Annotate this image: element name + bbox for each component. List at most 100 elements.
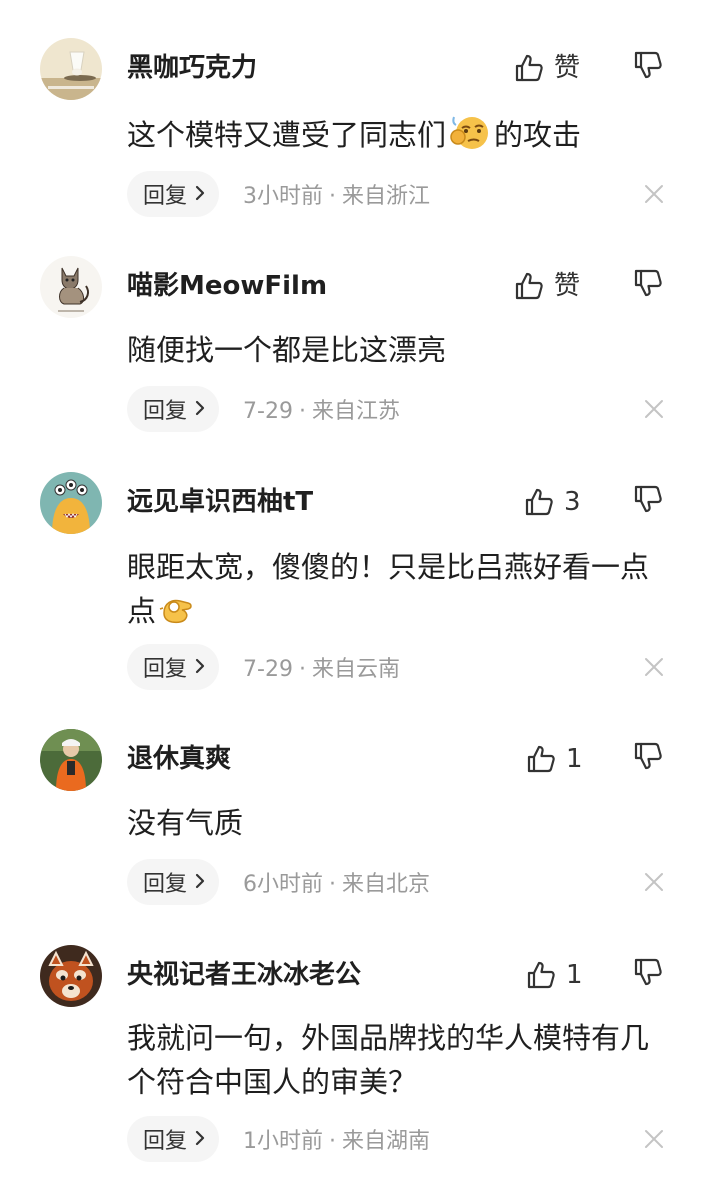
location: 来自云南 [311,657,400,682]
close-button[interactable] [643,398,665,420]
thumbs-up-icon [527,961,555,989]
meta-info: 7-29 · 来自江苏 [243,393,400,425]
username[interactable]: 远见卓识西柚tT [127,484,313,520]
close-icon [645,185,663,203]
comment-meta: 回复 7-29 · 来自云南 [127,644,400,690]
thumbs-down-icon [634,485,662,513]
cat-sketch-avatar [40,256,102,318]
comment-list: 黑咖巧克力 赞 这个模特又遭受了同志们 的攻击 回复 3小时前 · 来自浙江 喵… [0,0,707,1200]
meta-info: 7-29 · 来自云南 [243,651,400,683]
like-count: 1 [566,960,583,990]
like-button[interactable]: 1 [526,957,583,993]
thumbs-up-icon [525,488,553,516]
chevron-right-icon [195,182,205,207]
reply-button[interactable]: 回复 [127,859,220,905]
close-icon [645,658,663,676]
username[interactable]: 央视记者王冰冰老公 [127,957,361,993]
meta-separator: · [329,1129,337,1154]
like-button[interactable]: 赞 [514,268,580,304]
comment-text-part: 眼距太宽，傻傻的！只是比吕燕好看一点点 [127,550,650,628]
reply-button[interactable]: 回复 [127,644,220,690]
reply-label: 回复 [143,399,188,424]
comment-text: 我就问一句，外国品牌找的华人模特有几个符合中国人的审美？ [127,1021,650,1099]
close-icon [645,1130,663,1148]
reply-button[interactable]: 回复 [127,171,220,217]
chevron-right-icon [195,1127,205,1152]
reply-button[interactable]: 回复 [127,386,220,432]
ok-hand-emoji-icon [158,593,196,639]
meta-separator: · [329,184,337,209]
close-button[interactable] [643,656,665,678]
avatar[interactable] [40,256,102,318]
avatar[interactable] [40,38,102,100]
badminton-shuttlecock-avatar [40,38,102,100]
meta-info: 1小时前 · 来自湖南 [243,1123,430,1155]
comment-text: 没有气质 [127,806,244,840]
reply-label: 回复 [143,872,188,897]
like-label: 赞 [554,271,581,301]
thumbs-up-icon [527,745,555,773]
person-orange-jacket-avatar [40,729,102,791]
comment-meta: 回复 3小时前 · 来自浙江 [127,171,430,217]
location: 来自湖南 [342,1129,431,1154]
like-count: 3 [564,487,581,517]
like-button[interactable]: 1 [526,741,583,777]
comment-text: 这个模特又遭受了同志们 的攻击 [127,113,672,163]
username[interactable]: 退休真爽 [127,741,231,777]
thumbs-up-icon [515,272,543,300]
avatar[interactable] [40,472,102,534]
timestamp: 6小时前 [243,872,324,897]
meta-separator: · [298,399,306,424]
avatar[interactable] [40,729,102,791]
like-label: 赞 [554,53,581,83]
close-button[interactable] [643,1128,665,1150]
comment-meta: 回复 6小时前 · 来自北京 [127,859,430,905]
thumbs-down-icon [634,51,662,79]
thumbs-down-icon [634,269,662,297]
location: 来自北京 [342,872,431,897]
close-icon [645,873,663,891]
dislike-button[interactable] [633,268,665,304]
close-icon [645,400,663,418]
like-button[interactable]: 赞 [514,50,580,86]
timestamp: 7-29 [243,399,293,424]
dislike-button[interactable] [633,484,665,520]
reply-label: 回复 [143,1129,188,1154]
thumbs-up-icon [515,54,543,82]
timestamp: 7-29 [243,657,293,682]
comment-text: 眼距太宽，傻傻的！只是比吕燕好看一点点 [127,545,672,639]
close-button[interactable] [643,871,665,893]
red-panda-avatar [40,945,102,1007]
thumbs-down-icon [634,742,662,770]
comment-text-part: 的攻击 [494,118,582,152]
thinking-emoji-icon [448,115,492,163]
timestamp: 1小时前 [243,1129,324,1154]
meta-separator: · [329,872,337,897]
meta-separator: · [298,657,306,682]
chevron-right-icon [195,397,205,422]
like-button[interactable]: 3 [524,484,581,520]
timestamp: 3小时前 [243,184,324,209]
comment-meta: 回复 7-29 · 来自江苏 [127,386,400,432]
like-count: 1 [566,744,583,774]
reply-label: 回复 [143,184,188,209]
username[interactable]: 喵影MeowFilm [127,268,327,304]
location: 来自浙江 [342,184,431,209]
meta-info: 6小时前 · 来自北京 [243,866,430,898]
location: 来自江苏 [311,399,400,424]
dislike-button[interactable] [633,50,665,86]
thumbs-down-icon [634,958,662,986]
comment-text-part: 这个模特又遭受了同志们 [127,118,447,152]
dislike-button[interactable] [633,957,665,993]
close-button[interactable] [643,183,665,205]
meta-info: 3小时前 · 来自浙江 [243,178,430,210]
username[interactable]: 黑咖巧克力 [127,50,257,86]
chevron-right-icon [195,870,205,895]
reply-label: 回复 [143,657,188,682]
dislike-button[interactable] [633,741,665,777]
cartoon-monster-avatar [40,472,102,534]
reply-button[interactable]: 回复 [127,1116,220,1162]
comment-text: 随便找一个都是比这漂亮 [127,333,447,367]
chevron-right-icon [195,655,205,680]
avatar[interactable] [40,945,102,1007]
